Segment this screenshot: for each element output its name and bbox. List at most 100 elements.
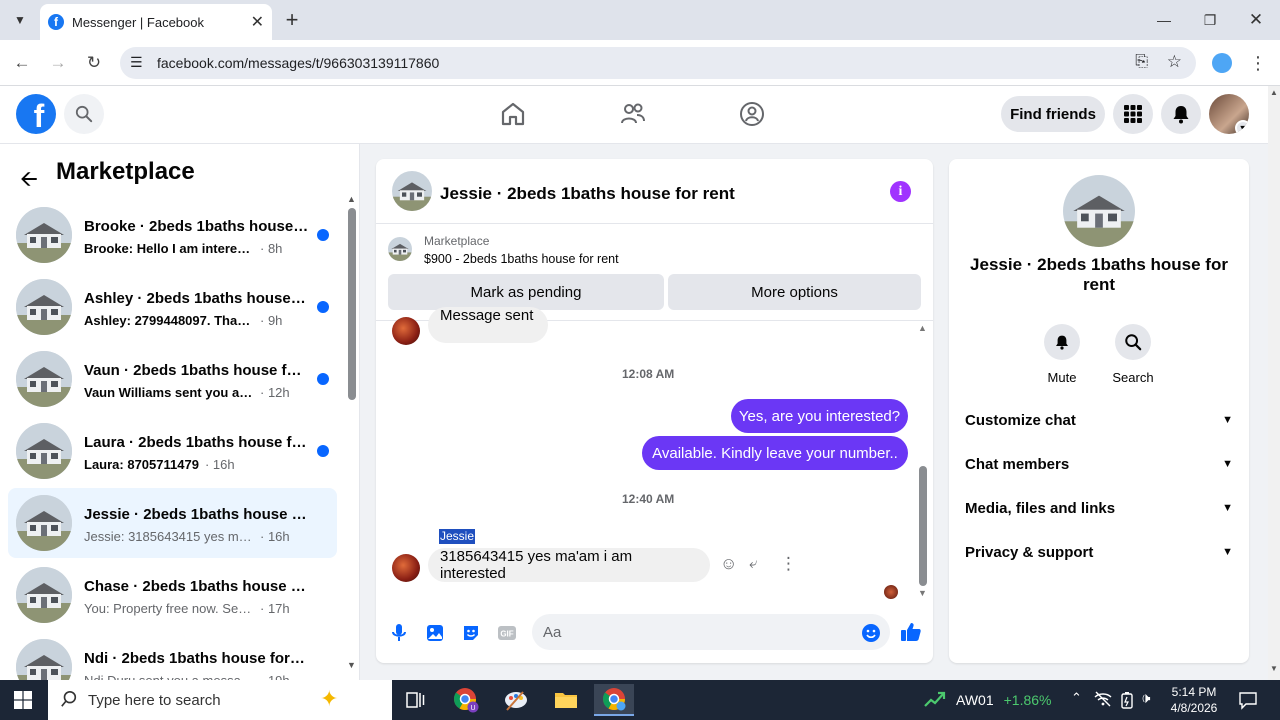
network-disconnected-icon[interactable] xyxy=(1094,691,1112,712)
more-actions-icon[interactable]: ⋮ xyxy=(780,554,797,574)
conversation-item[interactable]: Ndi · 2beds 1baths house for rent Ndi Dur… xyxy=(8,632,337,680)
conversation-item[interactable]: Chase · 2beds 1baths house for r... You: … xyxy=(8,560,337,630)
conversation-scroll-thumb[interactable] xyxy=(348,208,356,400)
back-icon[interactable]: ← xyxy=(11,52,33,74)
site-info-icon[interactable]: ☰ xyxy=(130,54,143,71)
url-field[interactable]: ☰ facebook.com/messages/t/96630313911786… xyxy=(120,47,1196,79)
page-scrollbar[interactable]: ▲ ▼ xyxy=(1268,86,1280,680)
conversation-time: · 16h xyxy=(260,529,290,544)
reply-icon[interactable]: ⤶ xyxy=(749,555,757,572)
chat-title[interactable]: Jessie · 2beds 1baths house for rent xyxy=(440,184,735,204)
privacy-support-row[interactable]: Privacy & support ▼ xyxy=(965,540,1233,564)
install-app-icon[interactable]: ⎘ xyxy=(1135,53,1148,71)
menu-grid-icon[interactable] xyxy=(1113,94,1153,134)
svg-text:U: U xyxy=(470,705,475,712)
more-options-button[interactable]: More options xyxy=(668,274,921,310)
browser-menu-icon[interactable]: ⋮ xyxy=(1247,52,1269,74)
browser-tab[interactable]: f Messenger | Facebook ✕ xyxy=(40,4,272,40)
conversation-item[interactable]: Ashley · 2beds 1baths house fo... Ashley:… xyxy=(8,272,337,342)
show-hidden-icons-chevron-icon[interactable]: ⌃ xyxy=(1071,690,1082,706)
notifications-bell-icon[interactable] xyxy=(1161,94,1201,134)
conversation-time: · 12h xyxy=(260,385,290,400)
scroll-up-icon[interactable]: ▲ xyxy=(347,194,356,204)
listing-house-thumbnail xyxy=(16,279,72,335)
paint-app-icon[interactable] xyxy=(496,684,536,716)
window-close-icon[interactable]: ✕ xyxy=(1244,8,1268,32)
volume-icon[interactable]: 🕩 xyxy=(1141,690,1150,707)
search-icon[interactable] xyxy=(64,94,104,134)
info-icon[interactable]: i xyxy=(890,181,911,202)
reload-icon[interactable]: ↻ xyxy=(83,52,105,74)
find-friends-button[interactable]: Find friends xyxy=(1001,96,1105,132)
scroll-down-icon[interactable]: ▼ xyxy=(347,660,356,670)
sticker-icon[interactable] xyxy=(461,623,481,643)
minimize-icon[interactable]: — xyxy=(1152,8,1176,32)
customize-chat-row[interactable]: Customize chat ▼ xyxy=(965,408,1233,432)
unread-dot xyxy=(317,445,329,457)
conversation-preview: Vaun Williams sent you a mess... xyxy=(84,385,254,400)
chat-scroll-up-icon[interactable]: ▲ xyxy=(918,323,927,333)
tab-search-icon[interactable]: ▼ xyxy=(8,8,32,32)
windows-start-icon[interactable] xyxy=(14,691,32,714)
stock-widget[interactable]: AW01 +1.86% xyxy=(924,680,1051,720)
page-scroll-up-icon[interactable]: ▲ xyxy=(1270,88,1278,97)
message-input[interactable]: Aa xyxy=(532,614,890,650)
forward-icon[interactable]: → xyxy=(47,52,69,74)
emoji-icon[interactable] xyxy=(861,623,881,643)
extension-icon[interactable] xyxy=(1212,53,1232,73)
back-arrow-icon[interactable]: 🡨 xyxy=(20,162,38,200)
notification-center-icon[interactable] xyxy=(1238,690,1258,715)
mute-button[interactable]: Mute xyxy=(1032,324,1092,385)
conversation-item[interactable]: Vaun · 2beds 1baths house for ... Vaun Wi… xyxy=(8,344,337,414)
listing-title[interactable]: $900 - 2beds 1baths house for rent xyxy=(424,252,619,266)
conversation-preview: You: Property free now. Send cont... xyxy=(84,601,254,616)
outgoing-message-bubble: Available. Kindly leave your number.. xyxy=(642,436,908,470)
conversation-preview: Laura: 8705711479 xyxy=(84,457,199,472)
home-icon[interactable] xyxy=(499,100,527,128)
chrome-profile-icon[interactable]: U xyxy=(446,684,486,716)
browser-tab-bar: ▼ f Messenger | Facebook ✕ + — ❐ ✕ xyxy=(0,0,1280,40)
microphone-icon[interactable] xyxy=(389,623,409,643)
search-in-conversation-button[interactable]: Search xyxy=(1103,324,1163,385)
unread-dot xyxy=(317,301,329,313)
listing-house-thumbnail xyxy=(16,207,72,263)
page-scroll-down-icon[interactable]: ▼ xyxy=(1270,664,1278,673)
react-emoji-icon[interactable]: ☺ xyxy=(720,554,737,574)
conversation-item[interactable]: Brooke · 2beds 1baths house f... Brooke: … xyxy=(8,200,337,270)
chrome-active-icon[interactable] xyxy=(594,684,634,716)
clock-time: 5:14 PM xyxy=(1171,685,1217,699)
facebook-logo-icon[interactable]: f xyxy=(16,94,56,134)
sender-avatar[interactable] xyxy=(392,317,420,345)
media-files-links-row[interactable]: Media, files and links ▼ xyxy=(965,496,1233,520)
friends-icon[interactable] xyxy=(619,100,647,128)
tab-close-icon[interactable]: ✕ xyxy=(251,12,264,32)
taskbar-clock[interactable]: 5:14 PM 4/8/2026 xyxy=(1162,684,1226,716)
chat-members-row[interactable]: Chat members ▼ xyxy=(965,452,1233,476)
new-tab-icon[interactable]: + xyxy=(280,7,304,32)
taskbar-search-box[interactable]: Type here to search ✦ xyxy=(48,680,392,720)
chat-house-avatar[interactable] xyxy=(392,171,432,211)
chat-scroll-thumb[interactable] xyxy=(919,466,927,586)
photo-icon[interactable] xyxy=(425,623,445,643)
chat-members-label: Chat members xyxy=(965,455,1070,473)
like-thumb-icon[interactable] xyxy=(900,621,922,643)
conversation-title: Ashley · 2beds 1baths house fo... xyxy=(84,290,309,307)
restore-icon[interactable]: ❐ xyxy=(1198,8,1222,32)
groups-icon[interactable] xyxy=(738,100,766,128)
task-view-icon[interactable] xyxy=(396,684,436,716)
battery-icon[interactable] xyxy=(1119,691,1135,714)
listing-thumbnail[interactable] xyxy=(388,237,412,261)
conversation-preview-row: Ashley: 2799448097. Thanks! · 9h xyxy=(84,313,319,328)
incoming-message-text: 3185643415 yes ma'am i am interested xyxy=(440,548,633,582)
gif-icon[interactable]: GIF xyxy=(497,623,517,643)
file-explorer-icon[interactable] xyxy=(546,684,586,716)
chat-scroll-down-icon[interactable]: ▼ xyxy=(918,588,927,598)
mark-as-pending-button[interactable]: Mark as pending xyxy=(388,274,664,310)
bookmark-star-icon[interactable]: ☆ xyxy=(1167,52,1182,72)
mute-label: Mute xyxy=(1047,370,1077,385)
details-house-avatar[interactable] xyxy=(1063,175,1135,247)
conversation-item[interactable]: Jessie · 2beds 1baths house for r... Jess… xyxy=(8,488,337,558)
account-avatar[interactable]: ▼ xyxy=(1209,94,1249,134)
conversation-item[interactable]: Laura · 2beds 1baths house for... Laura: … xyxy=(8,416,337,486)
sender-avatar[interactable] xyxy=(392,554,420,582)
